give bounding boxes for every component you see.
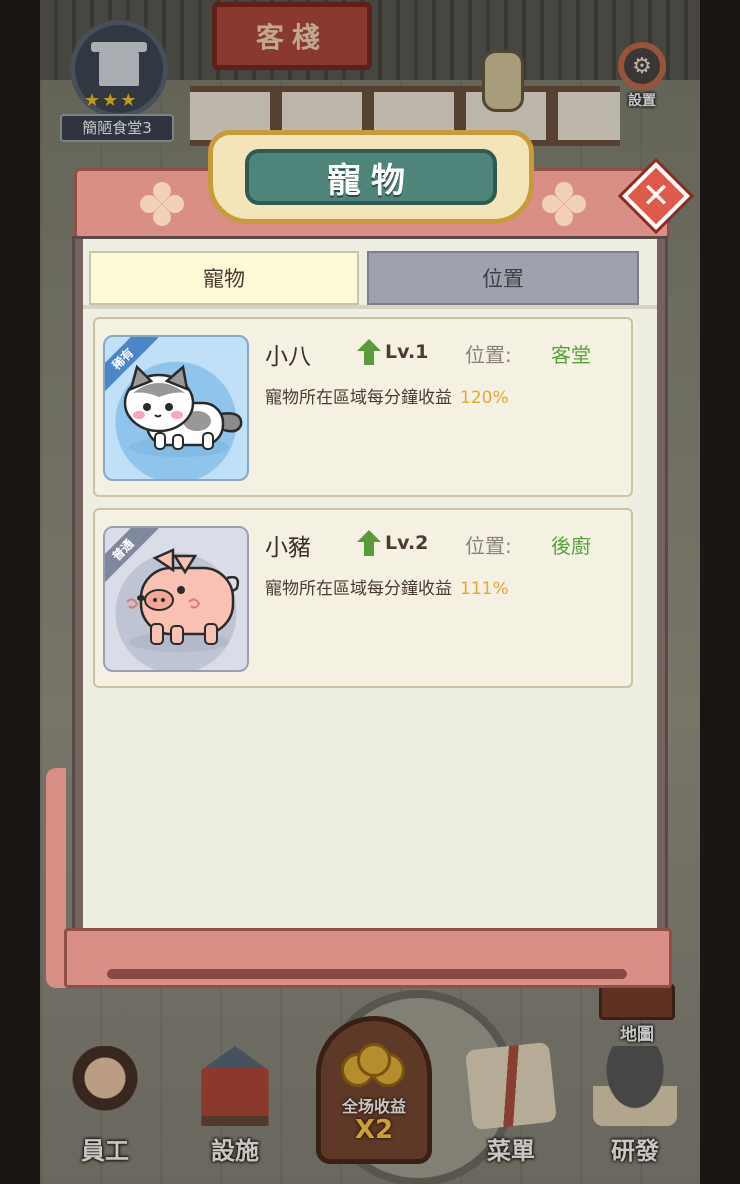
tab-divider [83,305,657,309]
modal-content: 寵物 位置 稀有 小八 Lv.1 位置: 客堂 寵物所在區域每分鐘收益 120%… [83,239,657,929]
pets-modal: 寵物 ✕ 寵物 位置 稀有 小八 Lv.1 位置: 客堂 寵物所在區域每分鐘收益… [46,128,690,994]
pet-name: 小豬 [265,535,311,561]
tab-pets[interactable]: 寵物 [89,251,359,305]
bonus-description: 寵物所在區域每分鐘收益 [265,579,452,599]
location-value: 後廚 [551,534,591,558]
flower-ornament-icon [136,178,188,230]
bonus-percent: 111% [460,579,509,599]
side-ribbon [46,768,66,988]
pet-portrait: 普通 [103,526,249,672]
modal-panel: 寵物 位置 稀有 小八 Lv.1 位置: 客堂 寵物所在區域每分鐘收益 120%… [72,236,668,932]
pet-description: 寵物所在區域每分鐘收益 111% [265,574,509,599]
flower-ornament-icon [538,178,590,230]
tab-location[interactable]: 位置 [367,251,639,305]
pet-card-xiaoba[interactable]: 稀有 小八 Lv.1 位置: 客堂 寵物所在區域每分鐘收益 120% [93,317,633,497]
pet-level: Lv.1 [357,337,428,367]
modal-bottom-plank [64,928,672,988]
title-plaque: 寵物 [208,130,534,224]
pet-portrait: 稀有 [103,335,249,481]
pet-name: 小八 [265,344,311,370]
location-label: 位置: [465,534,512,558]
level-text: Lv.1 [385,341,429,363]
bonus-percent: 120% [460,388,509,408]
modal-title: 寵物 [245,149,497,205]
location-label: 位置: [465,343,512,367]
close-icon: ✕ [641,176,671,216]
pet-card-xiaozhu[interactable]: 普通 小豬 Lv.2 位置: 後廚 寵物所在區域每分鐘收益 111% [93,508,633,688]
level-text: Lv.2 [385,532,429,554]
pet-level: Lv.2 [357,528,428,558]
level-up-arrow-icon [357,339,381,365]
level-up-arrow-icon [357,530,381,556]
bonus-description: 寵物所在區域每分鐘收益 [265,388,452,408]
location-value: 客堂 [551,343,591,367]
pet-description: 寵物所在區域每分鐘收益 120% [265,383,509,408]
